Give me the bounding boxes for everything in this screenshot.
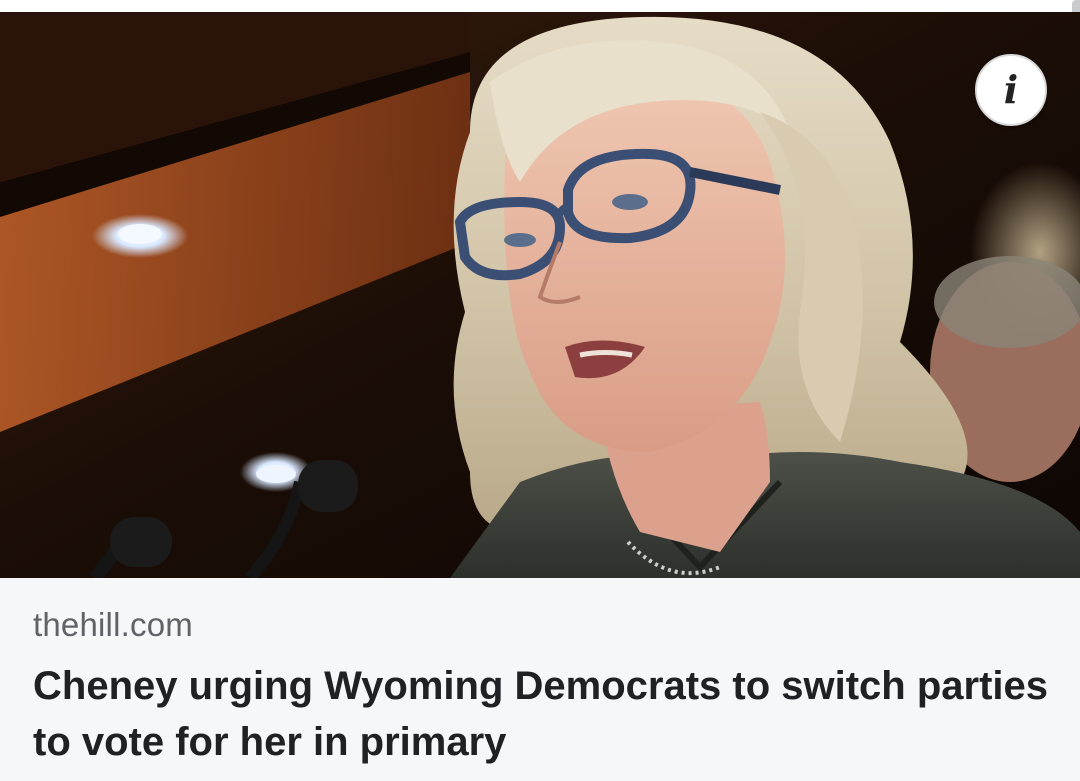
article-headline[interactable]: Cheney urging Wyoming Democrats to switc…: [33, 658, 1053, 770]
article-image[interactable]: i: [0, 12, 1080, 578]
info-icon: i: [1003, 67, 1019, 112]
article-photo: [0, 12, 1080, 578]
news-card[interactable]: i thehill.com Cheney urging Wyoming Demo…: [0, 0, 1080, 781]
source-domain: thehill.com: [33, 606, 193, 643]
article-text[interactable]: thehill.com Cheney urging Wyoming Democr…: [0, 578, 1080, 781]
info-button[interactable]: i: [975, 54, 1047, 126]
top-strip: [0, 0, 1080, 12]
